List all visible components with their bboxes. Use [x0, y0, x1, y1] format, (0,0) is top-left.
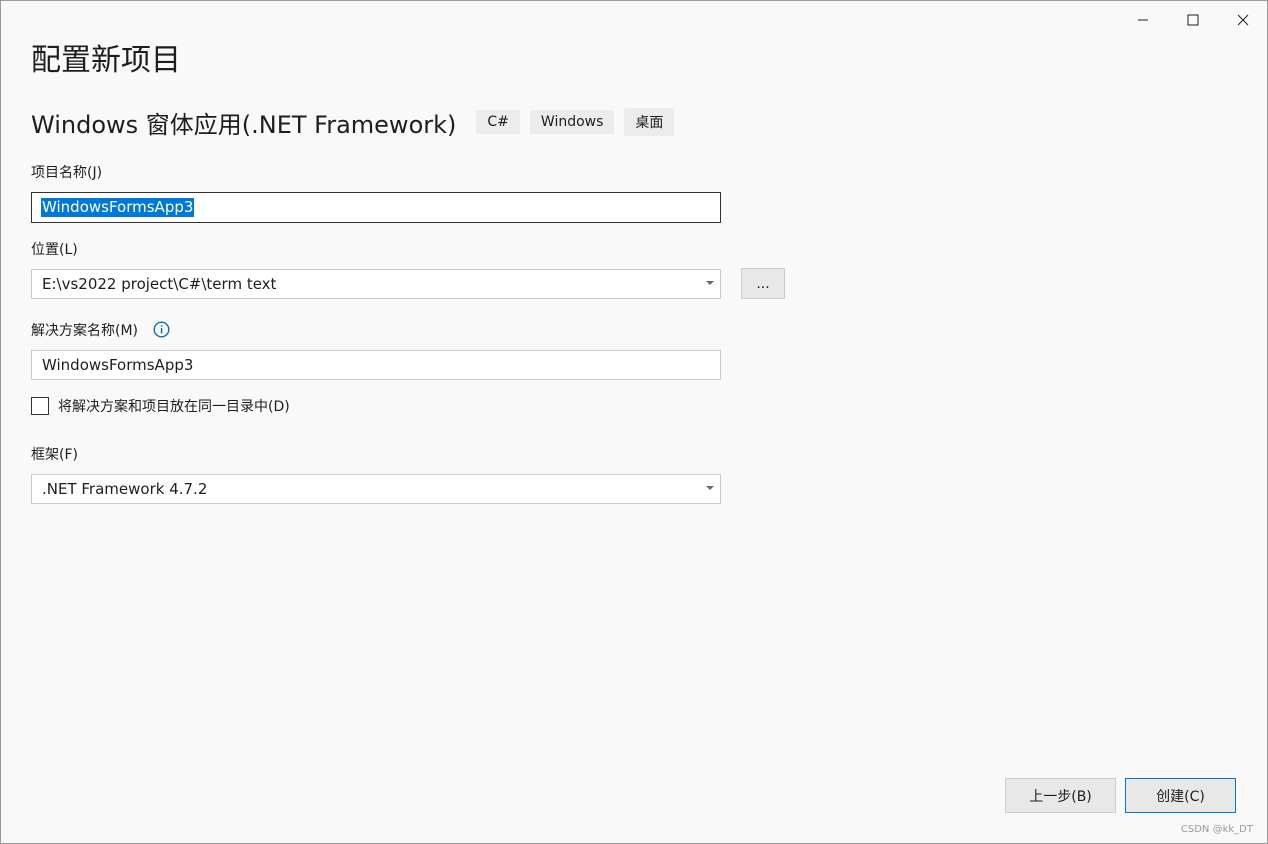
chevron-down-icon [706, 486, 714, 490]
same-directory-option[interactable]: 将解决方案和项目放在同一目录中(D) [31, 395, 290, 417]
tag-project-type: 桌面 [624, 108, 675, 136]
create-button[interactable]: 创建(C) [1125, 778, 1236, 813]
solution-name-value: WindowsFormsApp3 [42, 356, 194, 374]
framework-value: .NET Framework 4.7.2 [42, 480, 208, 498]
chevron-down-icon [706, 281, 714, 285]
framework-combobox[interactable]: .NET Framework 4.7.2 [31, 474, 721, 504]
template-header: Windows 窗体应用(.NET Framework) C# Windows … [31, 105, 684, 139]
solution-name-label: 解决方案名称(M) [31, 323, 139, 339]
tag-platform: Windows [529, 110, 615, 134]
location-combobox[interactable]: E:\vs2022 project\C#\term text [31, 269, 721, 299]
close-icon [1237, 14, 1249, 26]
same-directory-label: 将解决方案和项目放在同一目录中(D) [58, 399, 290, 415]
tag-language: C# [476, 110, 520, 134]
location-label: 位置(L) [31, 242, 78, 258]
same-directory-checkbox[interactable] [31, 397, 49, 415]
dialog-window: 配置新项目 Windows 窗体应用(.NET Framework) C# Wi… [0, 0, 1268, 844]
project-name-input[interactable]: WindowsFormsApp3 [31, 192, 721, 223]
project-name-value: WindowsFormsApp3 [41, 198, 195, 217]
project-name-label: 项目名称(J) [31, 165, 103, 181]
framework-label: 框架(F) [31, 447, 78, 463]
minimize-icon [1137, 14, 1149, 26]
maximize-icon [1187, 14, 1199, 26]
close-button[interactable] [1220, 1, 1266, 39]
watermark: CSDN @kk_DT [1180, 824, 1253, 835]
back-button[interactable]: 上一步(B) [1005, 778, 1116, 813]
page-title: 配置新项目 [31, 43, 181, 78]
template-name: Windows 窗体应用(.NET Framework) [31, 110, 457, 139]
browse-button[interactable]: ... [741, 268, 785, 299]
solution-name-input[interactable]: WindowsFormsApp3 [31, 350, 721, 380]
info-icon[interactable] [153, 321, 170, 342]
minimize-button[interactable] [1120, 1, 1166, 39]
maximize-button[interactable] [1170, 1, 1216, 39]
location-value: E:\vs2022 project\C#\term text [42, 275, 277, 293]
